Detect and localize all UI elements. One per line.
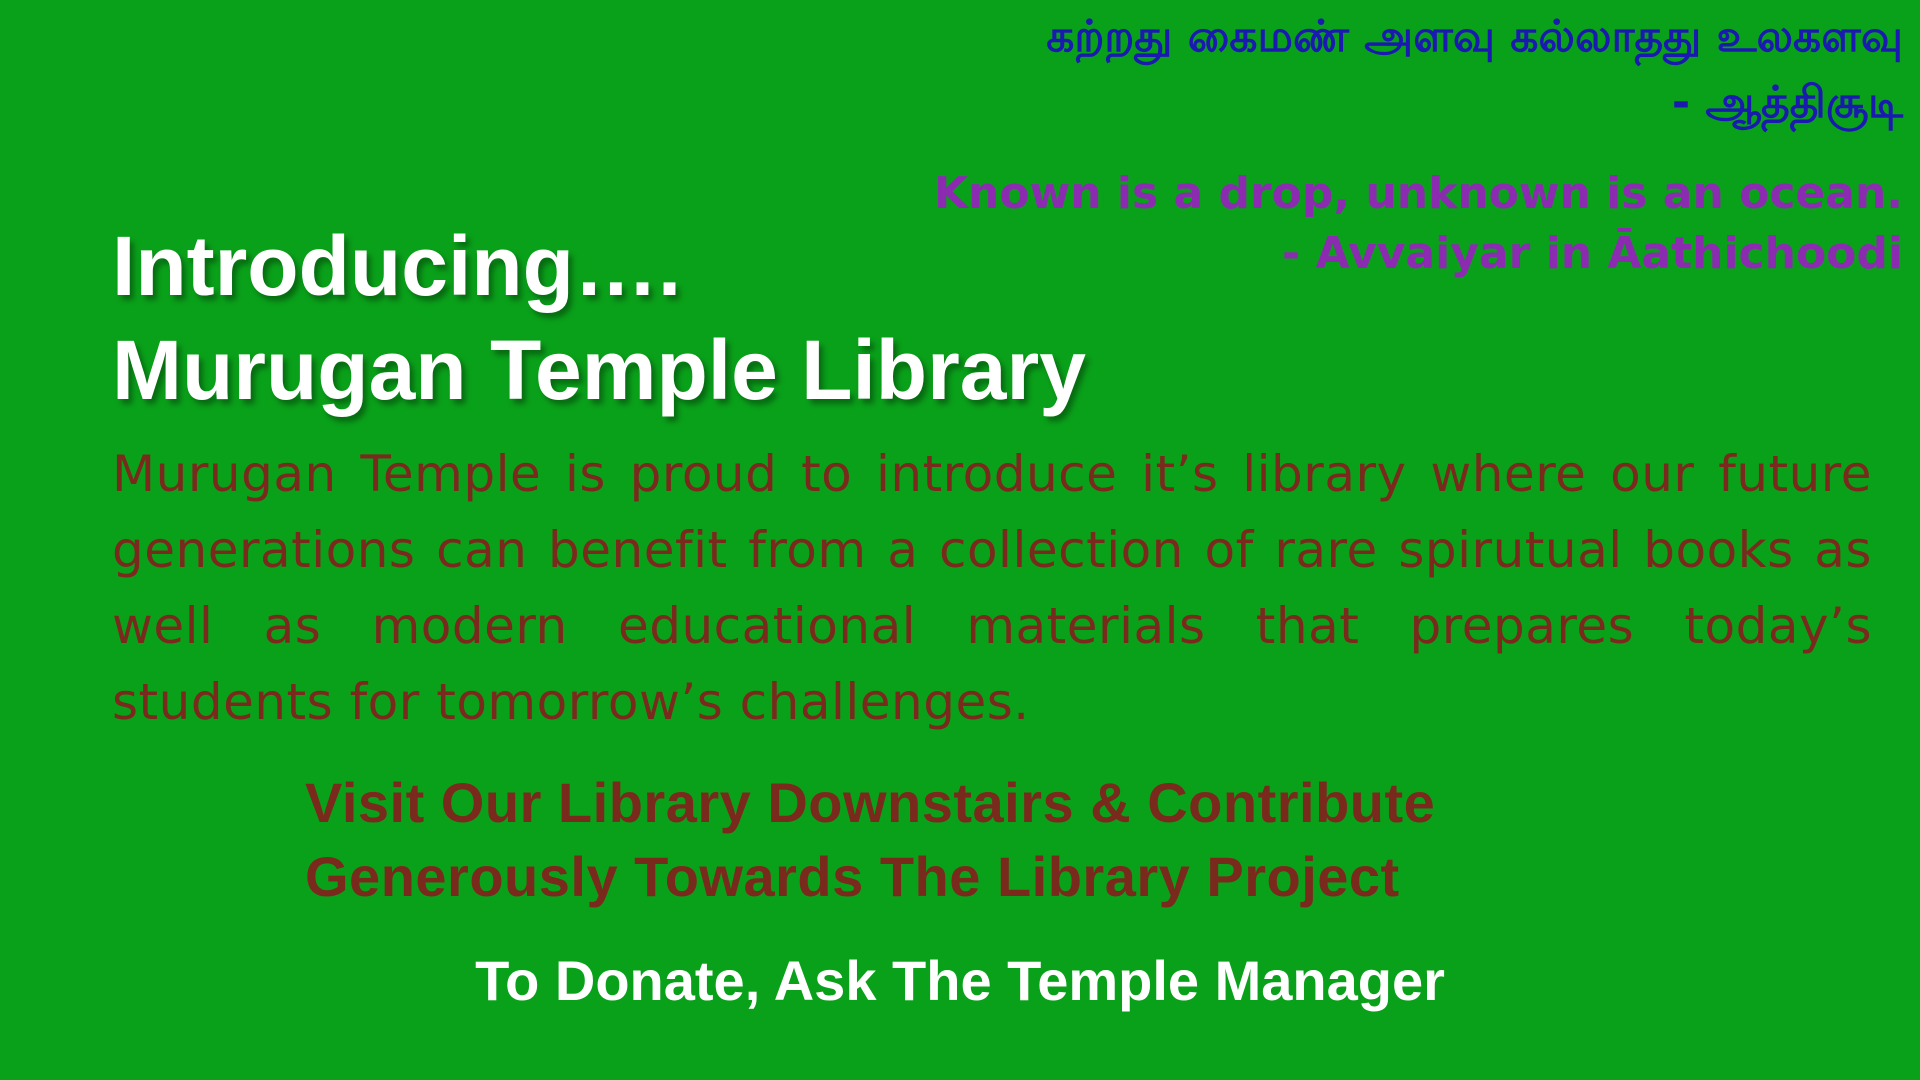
library-announcement-slide: கற்றது கைமண் அளவு கல்லாதது உலகளவு - ஆத்த… (0, 0, 1920, 1080)
intro-paragraph: Murugan Temple is proud to introduce it’… (112, 445, 1872, 731)
headline-title: Murugan Temple Library (112, 323, 1086, 417)
tamil-quote: கற்றது கைமண் அளவு கல்லாதது உலகளவு - ஆத்த… (1046, 4, 1903, 136)
tamil-quote-line: கற்றது கைமண் அளவு கல்லாதது உலகளவு (1046, 11, 1903, 62)
call-to-action-line-1: Visit Our Library Downstairs & Contribut… (305, 771, 1436, 834)
call-to-action-line-2: Generously Towards The Library Project (305, 845, 1400, 908)
tamil-quote-attribution: - ஆத்திசூடி (1671, 77, 1903, 128)
headline: Introducing…. Murugan Temple Library (112, 214, 1086, 422)
call-to-action: Visit Our Library Downstairs & Contribut… (305, 766, 1435, 914)
headline-intro: Introducing…. (112, 219, 682, 313)
donate-line: To Donate, Ask The Temple Manager (475, 949, 1445, 1012)
